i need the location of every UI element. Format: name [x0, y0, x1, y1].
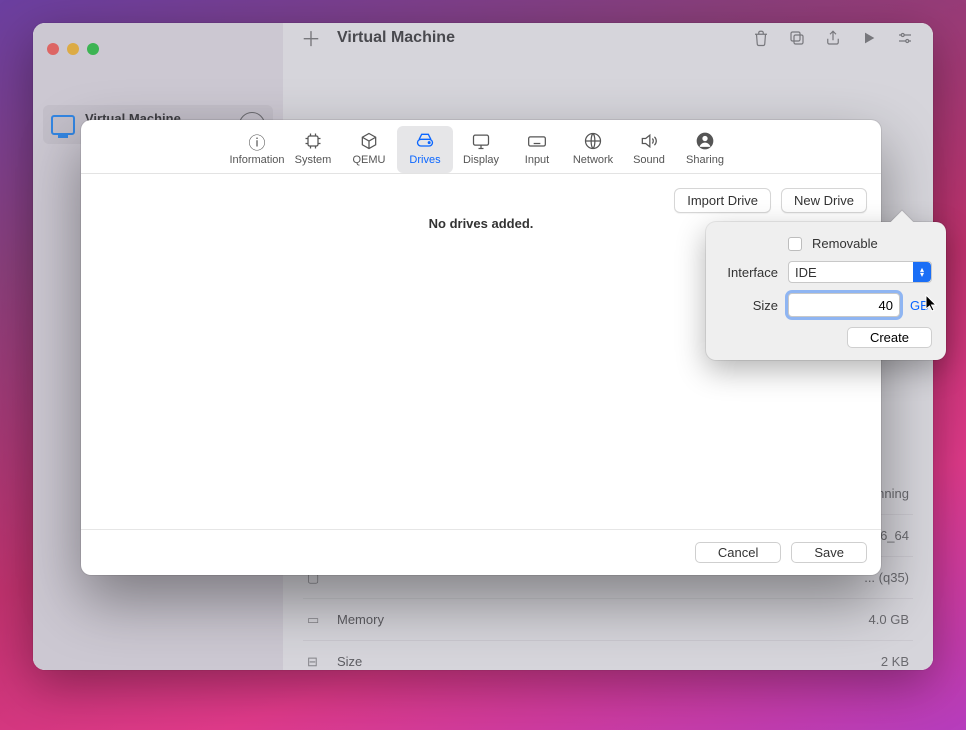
info-icon: ⓘ [249, 130, 266, 152]
mouse-cursor [925, 294, 939, 312]
tab-qemu[interactable]: QEMU [341, 126, 397, 173]
drive-icon [415, 130, 435, 152]
removable-label: Removable [812, 236, 878, 251]
zoom-window-button[interactable] [87, 43, 99, 55]
detail-row: ⊟ Size 2 KB [303, 640, 913, 670]
chip-icon [303, 130, 323, 152]
save-button[interactable]: Save [791, 542, 867, 563]
trash-icon[interactable] [751, 28, 771, 48]
add-button[interactable]: ＋ [301, 23, 321, 52]
import-drive-button[interactable]: Import Drive [674, 188, 771, 213]
monitor-icon [51, 115, 75, 135]
speaker-icon [639, 130, 659, 152]
detail-value: 4.0 GB [869, 612, 909, 627]
interface-select[interactable]: IDE ▴▾ [788, 261, 932, 283]
tab-network[interactable]: Network [565, 126, 621, 173]
tab-display[interactable]: Display [453, 126, 509, 173]
tab-system[interactable]: System [285, 126, 341, 173]
share-icon[interactable] [823, 28, 843, 48]
size-label: Size [720, 298, 778, 313]
duplicate-icon[interactable] [787, 28, 807, 48]
person-icon [695, 130, 715, 152]
minimize-window-button[interactable] [67, 43, 79, 55]
window-title: Virtual Machine [337, 29, 455, 47]
window-controls [33, 23, 283, 75]
keyboard-icon [526, 130, 548, 152]
tab-information[interactable]: ⓘ Information [229, 126, 285, 173]
removable-checkbox[interactable] [788, 237, 802, 251]
tab-drives[interactable]: Drives [397, 126, 453, 173]
run-icon[interactable] [859, 28, 879, 48]
close-window-button[interactable] [47, 43, 59, 55]
memory-icon: ▭ [307, 612, 323, 628]
cube-icon [359, 130, 379, 152]
toolbar: ＋ Virtual Machine [283, 23, 933, 52]
detail-label: Size [337, 654, 362, 669]
tab-sharing[interactable]: Sharing [677, 126, 733, 173]
create-button[interactable]: Create [847, 327, 932, 348]
new-drive-button[interactable]: New Drive [781, 188, 867, 213]
sheet-footer: Cancel Save [81, 529, 881, 575]
interface-label: Interface [720, 265, 778, 280]
globe-icon [583, 130, 603, 152]
detail-row: ▭ Memory 4.0 GB [303, 598, 913, 640]
new-drive-popover: Removable Interface IDE ▴▾ Size GB Creat… [706, 222, 946, 360]
detail-value: 2 KB [881, 654, 909, 669]
display-icon [471, 130, 491, 152]
size-input[interactable] [788, 293, 900, 317]
tab-input[interactable]: Input [509, 126, 565, 173]
chevron-up-down-icon: ▴▾ [913, 262, 931, 282]
settings-tabbar: ⓘ Information System QEMU Drives Displ [81, 120, 881, 174]
settings-sliders-icon[interactable] [895, 28, 915, 48]
tab-sound[interactable]: Sound [621, 126, 677, 173]
interface-value: IDE [795, 265, 817, 280]
detail-label: Memory [337, 612, 384, 627]
disk-icon: ⊟ [307, 654, 323, 670]
cancel-button[interactable]: Cancel [695, 542, 781, 563]
